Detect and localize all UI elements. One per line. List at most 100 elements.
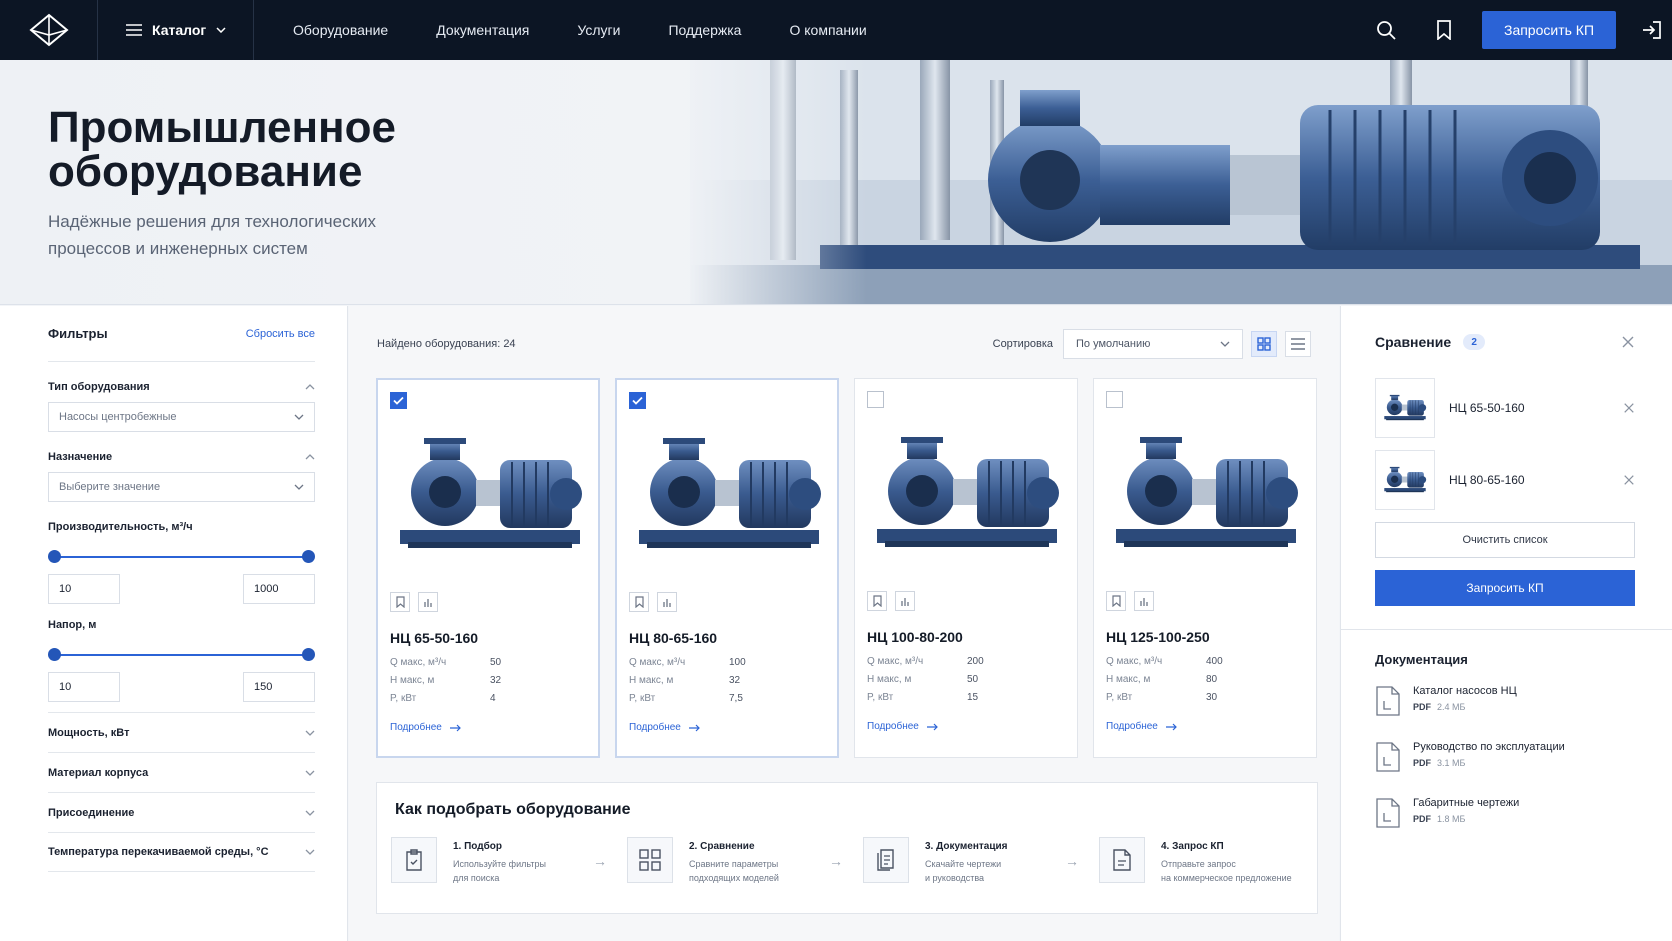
brand-logo[interactable]	[0, 0, 98, 60]
details-link[interactable]: Подробнее	[629, 722, 700, 733]
bookmark-icon	[1111, 595, 1121, 607]
how-to-choose-section: Как подобрать оборудование 1. Подбор Исп…	[376, 782, 1318, 914]
head-min-handle[interactable]	[48, 648, 61, 661]
arrow-right-icon	[1165, 723, 1177, 730]
list-view-button[interactable]	[1285, 331, 1311, 357]
filter-power[interactable]: Мощность, кВт	[48, 712, 315, 752]
compare-button[interactable]	[895, 591, 915, 611]
nav-documentation[interactable]: Документация	[412, 22, 553, 38]
comparison-item-name[interactable]: НЦ 80-65-160	[1449, 473, 1525, 487]
compare-button[interactable]	[418, 592, 438, 612]
capacity-max-handle[interactable]	[302, 550, 315, 563]
chevron-down-icon	[294, 484, 304, 490]
details-link[interactable]: Подробнее	[1106, 721, 1177, 732]
capacity-range-slider[interactable]	[48, 542, 315, 572]
remove-icon[interactable]	[1623, 474, 1635, 486]
chevron-up-icon	[305, 384, 315, 390]
filter-body-material[interactable]: Материал корпуса	[48, 752, 315, 792]
bookmark-button[interactable]	[867, 591, 887, 611]
remove-icon[interactable]	[1623, 402, 1635, 414]
bookmark-button[interactable]	[629, 592, 649, 612]
bookmark-icon	[634, 596, 644, 608]
compare-checkbox[interactable]	[390, 392, 407, 409]
product-name[interactable]: НЦ 125-100-250	[1106, 629, 1210, 645]
search-button[interactable]	[1366, 10, 1406, 50]
main-nav: Оборудование Документация Услуги Поддерж…	[254, 0, 891, 60]
product-name[interactable]: НЦ 80-65-160	[629, 630, 717, 646]
login-icon	[1643, 21, 1661, 39]
head-range-slider[interactable]	[48, 640, 315, 670]
checkmark-icon	[632, 396, 643, 405]
sort-label: Сортировка	[992, 338, 1053, 350]
head-max-handle[interactable]	[302, 648, 315, 661]
comparison-section: Сравнение 2 НЦ 65-50-160 НЦ 80-65-160 Оч…	[1341, 306, 1672, 630]
nav-support[interactable]: Поддержка	[644, 22, 765, 38]
bookmark-icon	[872, 595, 882, 607]
steps-list: 1. Подбор Используйте фильтры для поиска …	[391, 837, 1311, 885]
request-quote-panel-button[interactable]: Запросить КП	[1375, 570, 1635, 606]
filter-equipment-type-header[interactable]: Тип оборудования	[48, 376, 315, 398]
arrow-right-icon	[688, 724, 700, 731]
filter-media-temperature[interactable]: Температура перекачиваемой среды, °С	[48, 832, 315, 872]
details-link[interactable]: Подробнее	[390, 722, 461, 733]
document-item[interactable]: Каталог насосов НЦ PDF 2.4 МБ	[1375, 685, 1635, 741]
catalog-menu-button[interactable]: Каталог	[98, 0, 254, 60]
hero-industrial-pump-image	[690, 60, 1672, 304]
bookmark-button[interactable]	[1106, 591, 1126, 611]
bookmark-button[interactable]	[390, 592, 410, 612]
comparison-count-badge: 2	[1463, 334, 1486, 350]
nav-equipment[interactable]: Оборудование	[254, 22, 412, 38]
nav-about[interactable]: О компании	[765, 22, 890, 38]
product-name[interactable]: НЦ 100-80-200	[867, 629, 963, 645]
documents-icon	[877, 849, 894, 871]
chevron-down-icon	[305, 730, 315, 736]
bookmarks-button[interactable]	[1424, 10, 1464, 50]
purpose-select[interactable]: Выберите значение	[48, 472, 315, 502]
clear-list-button[interactable]: Очистить список	[1375, 522, 1635, 558]
compare-checkbox[interactable]	[629, 392, 646, 409]
step-selection: 1. Подбор Используйте фильтры для поиска	[391, 837, 573, 885]
compare-button[interactable]	[657, 592, 677, 612]
head-max-input[interactable]: 150	[243, 672, 315, 702]
nav-services[interactable]: Услуги	[553, 22, 644, 38]
comparison-item-name[interactable]: НЦ 65-50-160	[1449, 401, 1525, 415]
compare-checkbox[interactable]	[867, 391, 884, 408]
document-item[interactable]: Руководство по эксплуатации PDF 3.1 МБ	[1375, 741, 1635, 797]
details-link[interactable]: Подробнее	[867, 721, 938, 732]
filter-purpose-header[interactable]: Назначение	[48, 446, 315, 468]
bookmark-icon	[1437, 20, 1451, 40]
chevron-down-icon	[305, 810, 315, 816]
product-card[interactable]: НЦ 100-80-200 Q макс, м³/ч 200 H макс, м5…	[854, 378, 1078, 758]
logo-icon	[28, 13, 69, 47]
login-button[interactable]	[1632, 10, 1672, 50]
filter-connection[interactable]: Присоединение	[48, 792, 315, 832]
capacity-min-handle[interactable]	[48, 550, 61, 563]
sort-select[interactable]: По умолчанию	[1063, 329, 1243, 359]
filter-capacity-header: Производительность, м³/ч	[48, 521, 193, 533]
head-min-input[interactable]: 10	[48, 672, 120, 702]
filter-head-header: Напор, м	[48, 619, 97, 631]
chevron-down-icon	[305, 849, 315, 855]
documentation-section: Документация Каталог насосов НЦ PDF 2.4 МБ…	[1341, 630, 1672, 853]
product-card[interactable]: НЦ 80-65-160 Q макс, м³/ч 100 H макс, м 32…	[615, 378, 839, 758]
product-thumbnail	[1375, 450, 1435, 510]
product-card[interactable]: НЦ 65-50-160 Q макс, м³/ч 50 H макс, м 32 …	[376, 378, 600, 758]
equipment-type-select[interactable]: Насосы центробежные	[48, 402, 315, 432]
compare-checkbox[interactable]	[1106, 391, 1123, 408]
clipboard-icon	[406, 849, 422, 871]
product-grid: НЦ 65-50-160 Q макс, м³/ч 50 H макс, м 32 …	[376, 378, 1317, 758]
capacity-min-input[interactable]: 10	[48, 574, 120, 604]
compare-button[interactable]	[1134, 591, 1154, 611]
product-card[interactable]: НЦ 125-100-250 Q макс, м³/ч 400 H макс, м…	[1093, 378, 1317, 758]
product-name[interactable]: НЦ 65-50-160	[390, 630, 478, 646]
request-quote-button[interactable]: Запросить КП	[1482, 11, 1616, 49]
bar-chart-icon	[900, 597, 909, 606]
grid-view-button[interactable]	[1251, 331, 1277, 357]
capacity-max-input[interactable]: 1000	[243, 574, 315, 604]
pump-image	[1115, 436, 1299, 548]
hero-banner: Промышленное оборудование Надёжные решен…	[0, 60, 1672, 305]
list-icon	[1291, 338, 1305, 350]
close-icon[interactable]	[1621, 335, 1635, 349]
reset-filters-link[interactable]: Сбросить все	[246, 328, 315, 340]
document-item[interactable]: Габаритные чертежи PDF 1.8 МБ	[1375, 797, 1635, 853]
